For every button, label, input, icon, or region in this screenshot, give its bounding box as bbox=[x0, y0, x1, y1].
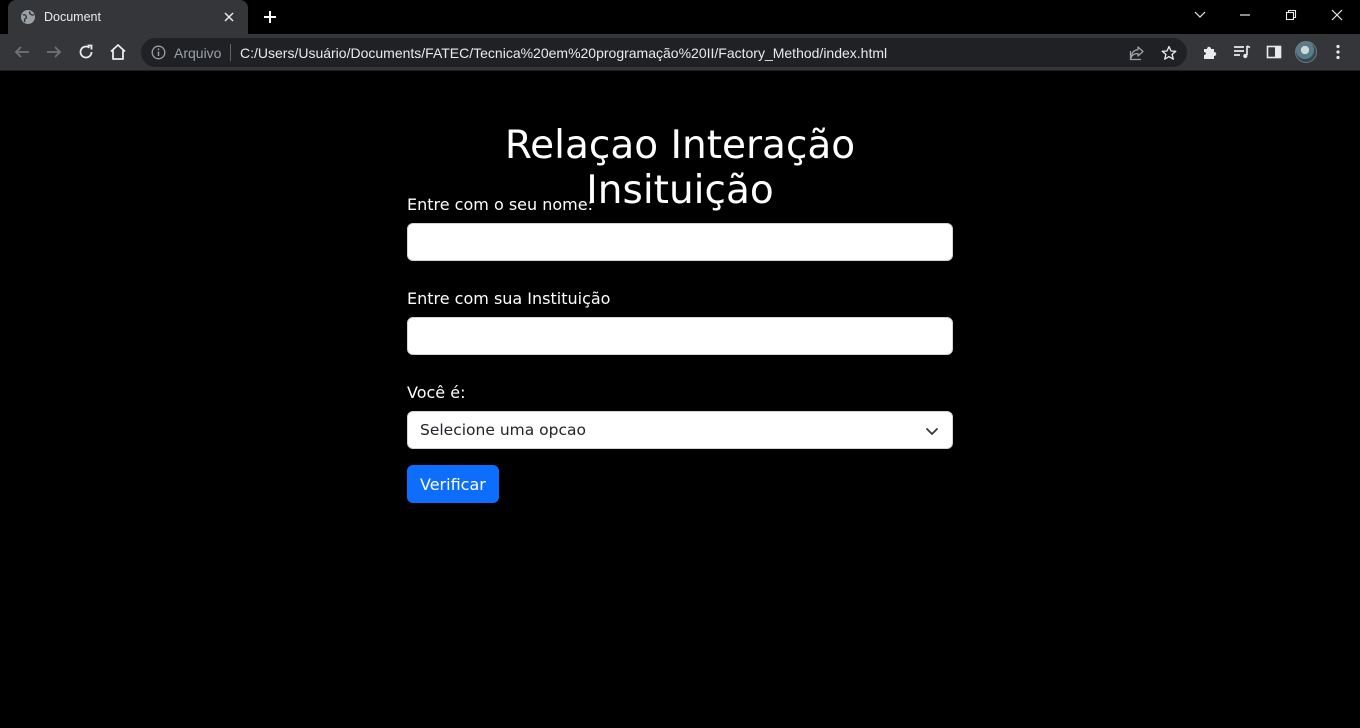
page-content: Relaçao Interação Insituição Entre com o… bbox=[0, 71, 1360, 728]
browser-tab[interactable]: Document bbox=[8, 0, 248, 34]
tab-search-icon[interactable] bbox=[1177, 0, 1223, 30]
role-select-value: Selecione uma opcao bbox=[420, 421, 586, 439]
chevron-down-icon bbox=[924, 423, 940, 439]
share-icon[interactable] bbox=[1127, 43, 1147, 63]
site-info-icon[interactable] bbox=[151, 45, 166, 60]
verify-button[interactable]: Verificar bbox=[407, 465, 499, 503]
name-label: Entre com o seu nome: bbox=[407, 195, 593, 214]
home-icon[interactable] bbox=[103, 37, 133, 67]
more-menu-icon[interactable] bbox=[1327, 41, 1349, 63]
bookmark-star-icon[interactable] bbox=[1159, 43, 1179, 63]
name-input[interactable] bbox=[407, 223, 953, 261]
close-window-icon[interactable] bbox=[1314, 0, 1360, 30]
close-tab-icon[interactable] bbox=[220, 8, 238, 26]
tab-title: Document bbox=[44, 10, 101, 24]
browser-toolbar: Arquivo C:/Users/Usuário/Documents/FATEC… bbox=[0, 34, 1360, 71]
url-text[interactable]: C:/Users/Usuário/Documents/FATEC/Tecnica… bbox=[240, 45, 887, 61]
forward-arrow-icon[interactable] bbox=[39, 37, 69, 67]
new-tab-button[interactable] bbox=[258, 6, 282, 28]
side-panel-icon[interactable] bbox=[1263, 41, 1285, 63]
address-bar[interactable]: Arquivo C:/Users/Usuário/Documents/FATEC… bbox=[141, 38, 1187, 67]
institution-input[interactable] bbox=[407, 317, 953, 355]
minimize-icon[interactable] bbox=[1222, 0, 1268, 30]
tab-strip: Document bbox=[0, 0, 1360, 34]
role-label: Você é: bbox=[407, 383, 466, 402]
file-scheme-chip: Arquivo bbox=[174, 45, 222, 61]
back-arrow-icon[interactable] bbox=[7, 37, 37, 67]
role-select[interactable]: Selecione uma opcao bbox=[407, 411, 953, 449]
media-playlist-icon[interactable] bbox=[1231, 41, 1253, 63]
profile-avatar[interactable] bbox=[1295, 41, 1317, 63]
institution-label: Entre com sua Instituição bbox=[407, 289, 611, 308]
reload-icon[interactable] bbox=[71, 37, 101, 67]
globe-icon bbox=[20, 9, 36, 25]
extensions-puzzle-icon[interactable] bbox=[1199, 41, 1221, 63]
chip-divider bbox=[230, 44, 231, 61]
restore-icon[interactable] bbox=[1268, 0, 1314, 30]
